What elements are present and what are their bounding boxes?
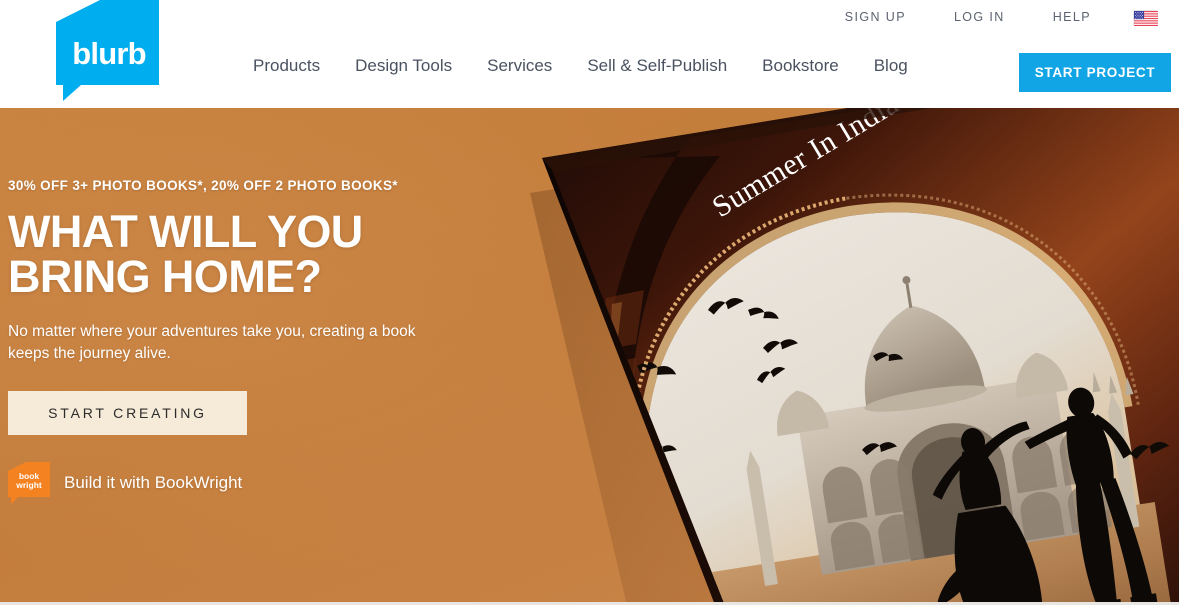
headline-line-2: BRING HOME? — [8, 251, 322, 302]
start-project-button[interactable]: START PROJECT — [1019, 53, 1171, 92]
page-title: WHAT WILL YOU BRING HOME? — [8, 209, 478, 299]
help-link[interactable]: HELP — [1029, 0, 1115, 34]
blurb-logo[interactable]: blurb — [56, 0, 159, 101]
nav-item-services[interactable]: Services — [487, 56, 552, 76]
log-in-link[interactable]: LOG IN — [930, 0, 1029, 34]
bookwright-label: Build it with BookWright — [64, 473, 243, 492]
book-cover-title: Summer In India — [707, 108, 905, 224]
sign-up-link[interactable]: SIGN UP — [821, 0, 930, 34]
utility-nav: SIGN UP LOG IN HELP — [821, 0, 1179, 34]
main-nav: Products Design Tools Services Sell & Se… — [253, 56, 908, 76]
bookwright-badge-icon: book wright — [8, 462, 50, 504]
bookwright-link[interactable]: book wright Build it with BookWright — [8, 462, 278, 504]
nav-item-sell-self-publish[interactable]: Sell & Self-Publish — [587, 56, 727, 76]
hero-book-photo: Summer In India — [430, 108, 1179, 605]
promo-text: 30% OFF 3+ PHOTO BOOKS*, 20% OFF 2 PHOTO… — [8, 178, 398, 193]
blurb-homepage: SIGN UP LOG IN HELP blurb Products Desig… — [0, 0, 1179, 605]
nav-item-bookstore[interactable]: Bookstore — [762, 56, 839, 76]
site-header: SIGN UP LOG IN HELP blurb Products Desig… — [0, 0, 1179, 108]
us-flag-icon[interactable] — [1133, 9, 1158, 26]
nav-item-blog[interactable]: Blog — [874, 56, 908, 76]
nav-item-design-tools[interactable]: Design Tools — [355, 56, 452, 76]
start-creating-button[interactable]: START CREATING — [8, 391, 247, 435]
hero-copy: 30% OFF 3+ PHOTO BOOKS*, 20% OFF 2 PHOTO… — [8, 178, 478, 504]
headline-line-1: WHAT WILL YOU — [8, 206, 363, 257]
nav-item-products[interactable]: Products — [253, 56, 320, 76]
hero-subtext: No matter where your adventures take you… — [8, 323, 416, 362]
hero-banner: Summer In India 30% OFF 3+ PHOTO BOOKS*,… — [0, 108, 1179, 605]
